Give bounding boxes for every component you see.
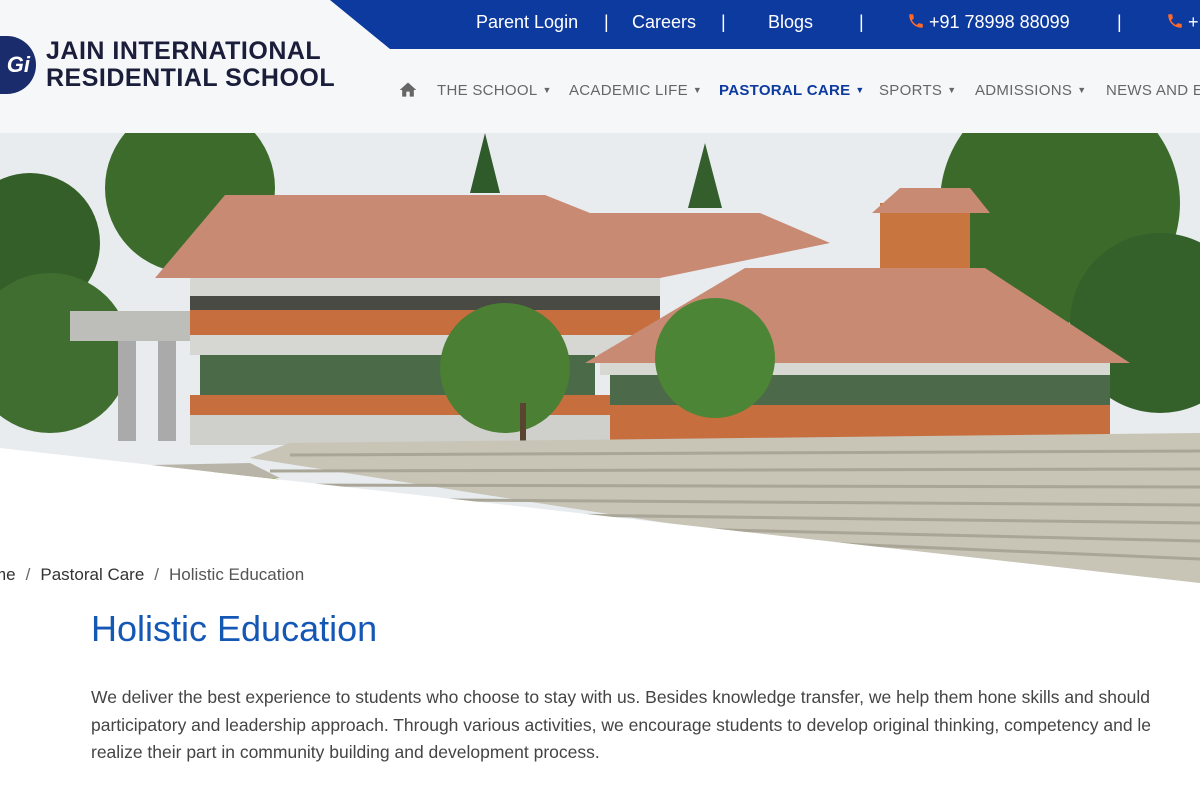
intro-paragraph: We deliver the best experience to studen…: [91, 684, 1200, 767]
nav-label: ACADEMIC LIFE: [569, 82, 688, 99]
logo-line-1: JAIN INTERNATIONAL: [46, 37, 322, 65]
parent-login-link[interactable]: Parent Login: [476, 12, 578, 33]
nav-label: ADMISSIONS: [975, 82, 1073, 99]
caret-down-icon: ▼: [1077, 85, 1087, 95]
phone-number: +91 78998 88099: [929, 12, 1070, 32]
breadcrumb-current: Holistic Education: [169, 565, 305, 584]
breadcrumb-separator: /: [154, 565, 160, 584]
nav-label: SPORTS: [879, 82, 943, 99]
breadcrumb-home[interactable]: me: [0, 565, 16, 584]
logo-badge: Gi: [0, 36, 36, 94]
nav-label: THE SCHOOL: [437, 82, 538, 99]
caret-down-icon: ▼: [947, 85, 957, 95]
nav-the-school[interactable]: THE SCHOOL ▼: [437, 82, 552, 99]
intro-line: We deliver the best experience to studen…: [91, 687, 1151, 707]
nav-sports[interactable]: SPORTS ▼: [879, 82, 956, 99]
nav-admissions[interactable]: ADMISSIONS ▼: [975, 82, 1086, 99]
logo-wordmark: JAIN INTERNATIONAL RESIDENTIAL SCHOOL: [46, 38, 335, 92]
nav-academic-life[interactable]: ACADEMIC LIFE ▼: [569, 82, 702, 99]
blogs-link[interactable]: Blogs: [768, 12, 813, 33]
topbar-separator: |: [1117, 12, 1122, 32]
topbar-separator: |: [604, 12, 609, 32]
caret-down-icon: ▼: [855, 85, 865, 95]
topbar-separator: |: [721, 12, 726, 32]
caret-down-icon: ▼: [692, 85, 703, 95]
nav-label: NEWS AND E: [1106, 82, 1200, 99]
phone-link-2[interactable]: +: [1166, 12, 1199, 33]
nav-news-and-events[interactable]: NEWS AND E: [1106, 82, 1200, 99]
nav-label: PASTORAL CARE: [719, 82, 851, 99]
logo-line-2: RESIDENTIAL SCHOOL: [46, 64, 336, 92]
breadcrumb: me / Pastoral Care / Holistic Education: [0, 565, 304, 585]
phone-number-2: +: [1188, 12, 1199, 32]
phone-link[interactable]: +91 78998 88099: [907, 12, 1070, 33]
phone-icon: [909, 14, 923, 28]
site-header: Parent Login | Careers | Blogs | +91 789…: [0, 0, 1200, 133]
hero-campus-image: [0, 133, 1200, 583]
caret-down-icon: ▼: [542, 85, 552, 95]
home-icon[interactable]: [398, 80, 418, 100]
intro-line: realize their part in community building…: [91, 742, 600, 762]
breadcrumb-separator: /: [25, 565, 31, 584]
intro-line: participatory and leadership approach. T…: [91, 714, 1152, 735]
nav-pastoral-care[interactable]: PASTORAL CARE ▼: [719, 82, 865, 99]
careers-link[interactable]: Careers: [632, 12, 696, 33]
page-title: Holistic Education: [91, 608, 378, 649]
topbar-separator: |: [859, 12, 864, 32]
phone-icon: [1168, 14, 1182, 28]
breadcrumb-pastoral-care[interactable]: Pastoral Care: [40, 565, 144, 584]
